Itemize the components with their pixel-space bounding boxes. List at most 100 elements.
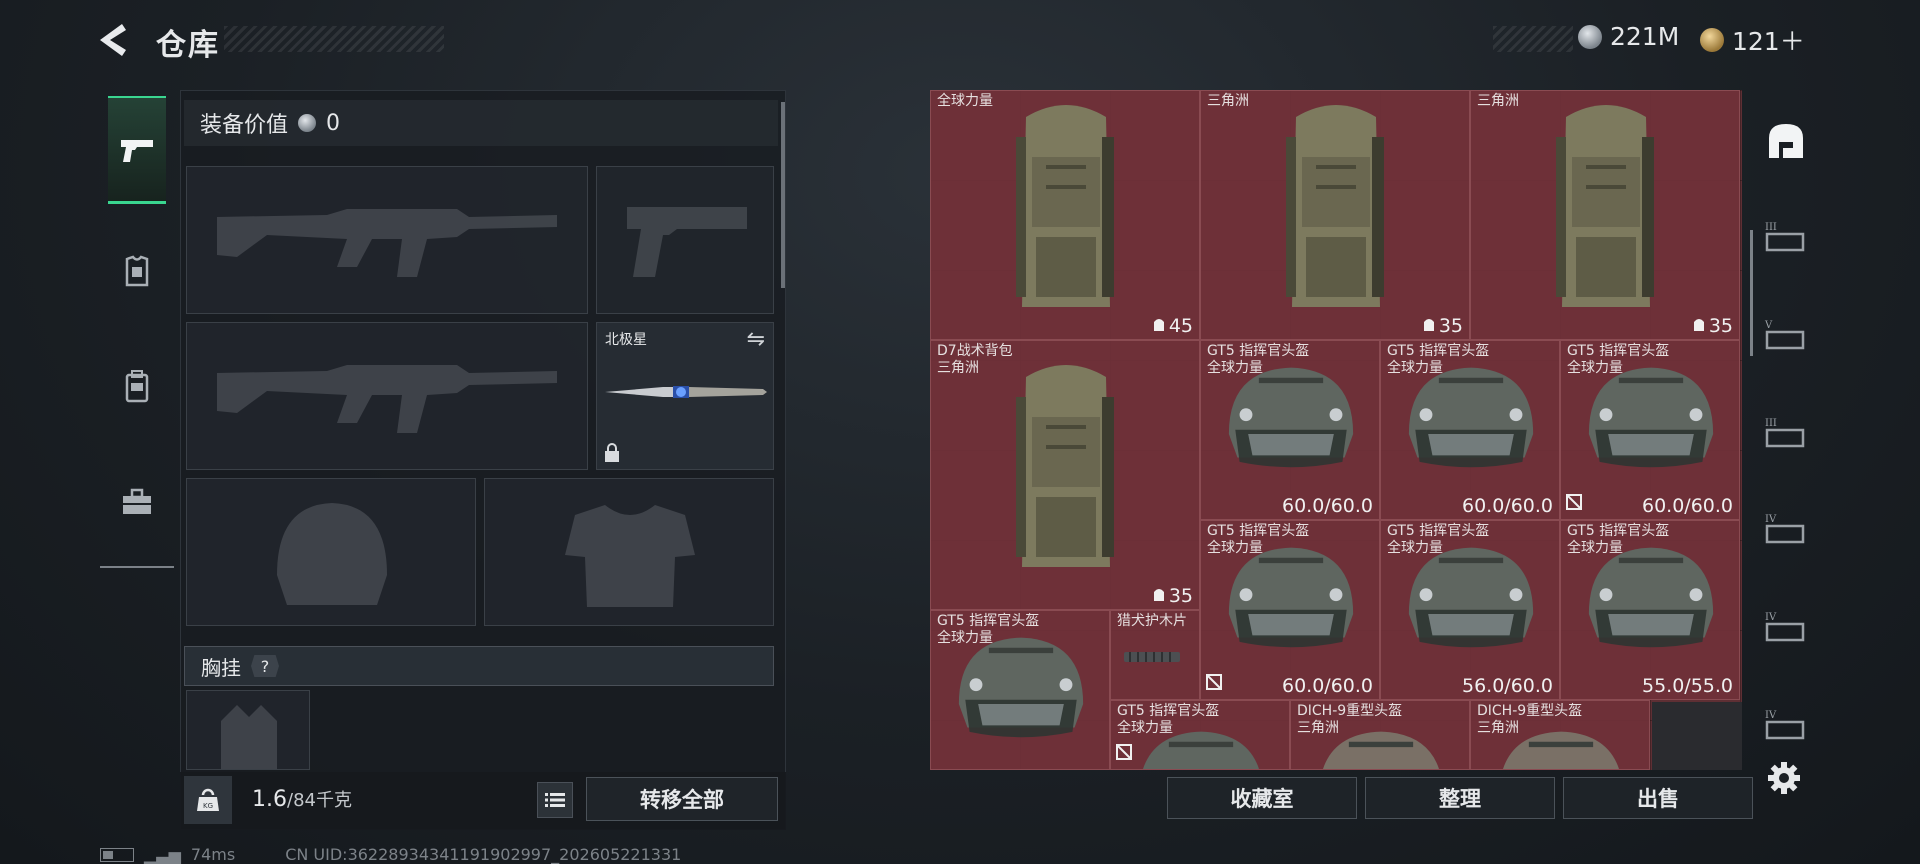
- stash-item-capacity: 35: [1692, 315, 1733, 337]
- currency-gold[interactable]: 121＋: [1700, 22, 1805, 58]
- stash-item-name: D7战术背包: [937, 343, 1013, 359]
- stash-item-helmet[interactable]: GT5 指挥官头盔 全球力量 60.0/60.0: [1560, 340, 1740, 520]
- stash-item-art: [1396, 359, 1546, 481]
- stash-item-name: DICH-9重型头盔: [1477, 703, 1583, 719]
- battery-icon: [100, 847, 134, 862]
- chest-rig-slot[interactable]: [186, 690, 310, 770]
- transfer-all-button[interactable]: 转移全部: [586, 777, 778, 821]
- sort-button[interactable]: 整理: [1365, 777, 1555, 819]
- stash-item-art: [946, 629, 1096, 751]
- kettlebell-icon: KG: [197, 788, 219, 811]
- stash-grid-panel[interactable]: 全球力量 45 三角洲 35 三角洲 35 D7战术背包 三角洲 35 GT5 指挥: [930, 90, 1742, 770]
- currency-silver-value: 221M: [1610, 22, 1680, 51]
- helmet-silhouette-icon: [277, 503, 387, 605]
- stash-item-art: [1276, 91, 1396, 327]
- stash-item-faction: 三角洲: [1207, 93, 1249, 109]
- filter-category-3[interactable]: III: [1760, 388, 1812, 478]
- stash-item-value: 56.0/60.0: [1461, 675, 1553, 697]
- stash-item-faction: 全球力量: [1387, 360, 1443, 376]
- knife-icon: [605, 386, 767, 398]
- equipment-value-amount: 0: [326, 110, 341, 136]
- stash-item-faction: 全球力量: [1387, 540, 1443, 556]
- help-icon[interactable]: ?: [251, 655, 279, 677]
- stash-item-label: GT5 指挥官头盔 全球力量: [937, 613, 1039, 647]
- stash-item-part[interactable]: 猎犬护木片: [1110, 610, 1200, 700]
- backpack-icon: [1556, 105, 1654, 307]
- loadout-scrollbar[interactable]: [781, 102, 785, 288]
- settings-button[interactable]: [1766, 760, 1806, 800]
- armor-icon: [125, 255, 149, 287]
- tab-case[interactable]: [108, 448, 166, 556]
- svg-text:III: III: [1765, 222, 1777, 233]
- collection-room-button[interactable]: 收藏室: [1167, 777, 1357, 819]
- stash-item-art: [1396, 539, 1546, 661]
- stash-category-icon: III: [1765, 418, 1805, 448]
- stash-item-helmet[interactable]: GT5 指挥官头盔 全球力量: [1110, 700, 1290, 770]
- stash-category-icon: IV: [1765, 710, 1805, 740]
- back-button[interactable]: [96, 22, 136, 58]
- svg-text:KG: KG: [203, 802, 213, 810]
- equipment-value: 装备价值 0: [184, 100, 778, 146]
- stash-item-helmet[interactable]: DICH-9重型头盔 三角洲: [1290, 700, 1470, 770]
- body-armor-slot[interactable]: [484, 478, 774, 626]
- stash-category-icon: V: [1764, 320, 1805, 350]
- status-bar: ▁▃▅ 74ms CN UID:3622893434119190​2997_20…: [100, 845, 681, 864]
- stash-item-name: GT5 指挥官头盔: [1207, 343, 1310, 359]
- currency-silver: 221M: [1578, 22, 1679, 51]
- stash-item-helmet[interactable]: GT5 指挥官头盔 全球力量 55.0/55.0: [1560, 520, 1740, 700]
- swap-icon[interactable]: ⇋: [747, 327, 765, 352]
- signal-icon: ▁▃▅: [144, 845, 181, 864]
- filter-all-button[interactable]: [1760, 96, 1812, 186]
- filter-category-2[interactable]: V: [1760, 290, 1812, 380]
- helmet-slot[interactable]: [186, 478, 476, 626]
- melee-slot[interactable]: 北极星 ⇋: [596, 322, 774, 470]
- stash-item-label: GT5 指挥官头盔 全球力量: [1567, 523, 1669, 557]
- stash-item-label: GT5 指挥官头盔 全球力量: [1207, 523, 1309, 557]
- stash-item-helmet[interactable]: GT5 指挥官头盔 全球力量 56.0/60.0: [1380, 520, 1560, 700]
- stash-item-label: DICH-9重型头盔 三角洲: [1297, 703, 1402, 737]
- stash-item-backpack[interactable]: 三角洲 35: [1470, 90, 1740, 340]
- filter-category-1[interactable]: III: [1760, 192, 1812, 282]
- rifle-silhouette-icon: [217, 365, 557, 433]
- stash-item-faction: 三角洲: [1297, 720, 1339, 736]
- chest-rig-silhouette-icon: [221, 705, 277, 769]
- primary-weapon-slot[interactable]: [186, 166, 588, 314]
- filter-category-6[interactable]: IV: [1760, 680, 1812, 770]
- stash-item-name: GT5 指挥官头盔: [1387, 523, 1490, 539]
- back-arrow-icon: [100, 24, 126, 56]
- weight-icon: KG: [184, 776, 232, 824]
- stash-item-backpack[interactable]: 全球力量 45: [930, 90, 1200, 340]
- stash-item-faction: 全球力量: [1207, 360, 1263, 376]
- pistol-slot[interactable]: [596, 166, 774, 314]
- stash-item-helmet[interactable]: GT5 指挥官头盔 全球力量 60.0/60.0: [1200, 340, 1380, 520]
- stash-item-art: [1006, 341, 1126, 597]
- stash-item-helmet[interactable]: GT5 指挥官头盔 全球力量 60.0/60.0: [1200, 520, 1380, 700]
- tabs-divider: [100, 566, 174, 568]
- stash-item-helmet[interactable]: GT5 指挥官头盔 全球力量 60.0/60.0: [1380, 340, 1560, 520]
- stash-item-name: GT5 指挥官头盔: [1207, 523, 1310, 539]
- stash-item-name: GT5 指挥官头盔: [1117, 703, 1220, 719]
- stash-item-backpack[interactable]: 三角洲 35: [1200, 90, 1470, 340]
- stash-item-helmet[interactable]: GT5 指挥官头盔 全球力量: [930, 610, 1110, 770]
- stash-item-label: 三角洲: [1207, 93, 1249, 110]
- stash-scrollbar[interactable]: [1750, 230, 1753, 356]
- stash-item-art: [1121, 649, 1183, 668]
- tab-backpack[interactable]: [108, 332, 166, 440]
- gold-coin-icon: [1700, 28, 1724, 52]
- tab-weapons[interactable]: [108, 96, 166, 204]
- stash-item-helmet[interactable]: DICH-9重型头盔 三角洲: [1470, 700, 1650, 770]
- filter-category-4[interactable]: IV: [1760, 484, 1812, 574]
- list-icon: [545, 793, 565, 807]
- stash-item-value: 45: [1168, 315, 1193, 337]
- backpack-icon: [1286, 105, 1384, 307]
- list-view-button[interactable]: [537, 782, 573, 818]
- secondary-weapon-slot[interactable]: [186, 322, 588, 470]
- tab-armor[interactable]: [108, 218, 166, 326]
- stash-item-label: GT5 指挥官头盔 全球力量: [1117, 703, 1219, 737]
- stash-item-label: 三角洲: [1477, 93, 1519, 110]
- stash-item-backpack[interactable]: D7战术背包 三角洲 35: [930, 340, 1200, 610]
- lock-icon: [605, 443, 619, 462]
- sell-button[interactable]: 出售: [1563, 777, 1753, 819]
- filter-category-5[interactable]: IV: [1760, 582, 1812, 672]
- stash-item-faction: 全球力量: [937, 93, 993, 109]
